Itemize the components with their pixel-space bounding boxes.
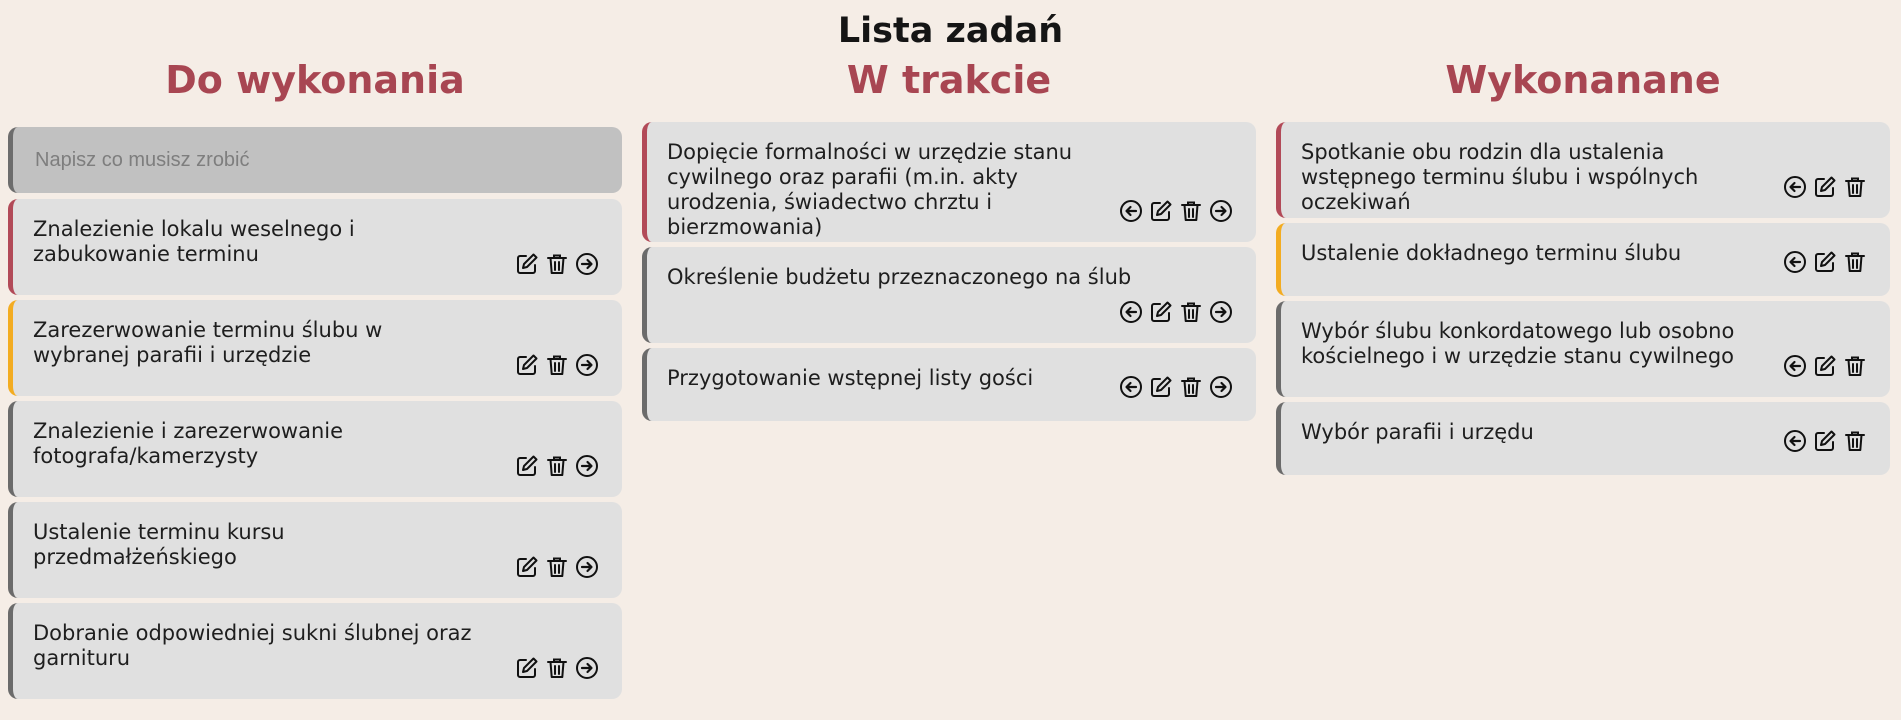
arrow-right-circle-icon[interactable] — [574, 251, 600, 277]
task-card: Dopięcie formalności w urzędzie stanu cy… — [642, 122, 1256, 242]
task-card: Ustalenie dokładnego terminu ślubu — [1276, 223, 1890, 296]
task-card: Ustalenie terminu kursu przedmałżeńskieg… — [8, 502, 622, 598]
task-text: Dopięcie formalności w urzędzie stanu cy… — [667, 140, 1073, 239]
edit-icon[interactable] — [514, 251, 540, 277]
task-actions — [514, 251, 600, 277]
arrow-left-circle-icon[interactable] — [1118, 374, 1144, 400]
column-title-todo: Do wykonania — [165, 58, 465, 102]
edit-icon[interactable] — [514, 554, 540, 580]
trash-icon[interactable] — [544, 554, 570, 580]
page-title: Lista zadań — [837, 11, 1064, 51]
arrow-right-circle-icon[interactable] — [574, 352, 600, 378]
task-actions — [1782, 174, 1868, 200]
arrow-left-circle-icon[interactable] — [1118, 299, 1144, 325]
task-card: Wybór parafii i urzędu — [1276, 402, 1890, 475]
arrow-right-circle-icon[interactable] — [574, 453, 600, 479]
trash-icon[interactable] — [544, 251, 570, 277]
edit-icon[interactable] — [1812, 174, 1838, 200]
trash-icon[interactable] — [1842, 428, 1868, 454]
task-actions — [514, 554, 600, 580]
edit-icon[interactable] — [1812, 353, 1838, 379]
trash-icon[interactable] — [1178, 299, 1204, 325]
trash-icon[interactable] — [1178, 198, 1204, 224]
task-actions — [1782, 249, 1868, 275]
arrow-left-circle-icon[interactable] — [1782, 174, 1808, 200]
edit-icon[interactable] — [1812, 428, 1838, 454]
edit-icon[interactable] — [514, 655, 540, 681]
edit-icon[interactable] — [514, 352, 540, 378]
edit-icon[interactable] — [514, 453, 540, 479]
arrow-right-circle-icon[interactable] — [1208, 374, 1234, 400]
edit-icon[interactable] — [1148, 374, 1174, 400]
trash-icon[interactable] — [1842, 249, 1868, 275]
column-title-in-progress: W trakcie — [846, 58, 1052, 102]
task-actions — [1118, 299, 1234, 325]
arrow-right-circle-icon[interactable] — [1208, 198, 1234, 224]
arrow-right-circle-icon[interactable] — [574, 554, 600, 580]
trash-icon[interactable] — [544, 655, 570, 681]
trash-icon[interactable] — [1842, 353, 1868, 379]
task-actions — [514, 352, 600, 378]
task-card: Znalezienie lokalu weselnego i zabukowan… — [8, 199, 622, 295]
task-actions — [1782, 353, 1868, 379]
edit-icon[interactable] — [1148, 198, 1174, 224]
task-card: Spotkanie obu rodzin dla ustalenia wstęp… — [1276, 122, 1890, 218]
task-card: Zarezerwowanie terminu ślubu w wybranej … — [8, 300, 622, 396]
task-actions — [1118, 374, 1234, 400]
task-actions — [1782, 428, 1868, 454]
trash-icon[interactable] — [544, 453, 570, 479]
column-title-done: Wykonanane — [1445, 58, 1721, 102]
column-todo: Do wykonania Znalezienie lokalu weselneg… — [8, 56, 622, 704]
task-card: Znalezienie i zarezerwowanie fotografa/k… — [8, 401, 622, 497]
edit-icon[interactable] — [1812, 249, 1838, 275]
trash-icon[interactable] — [1178, 374, 1204, 400]
task-card: Wybór ślubu konkordatowego lub osobno ko… — [1276, 301, 1890, 397]
task-card: Dobranie odpowiedniej sukni ślubnej oraz… — [8, 603, 622, 699]
arrow-right-circle-icon[interactable] — [574, 655, 600, 681]
task-text: Określenie budżetu przeznaczonego na ślu… — [667, 265, 1132, 289]
task-actions — [514, 655, 600, 681]
task-actions — [1118, 198, 1234, 224]
arrow-left-circle-icon[interactable] — [1782, 428, 1808, 454]
task-actions — [514, 453, 600, 479]
arrow-left-circle-icon[interactable] — [1782, 353, 1808, 379]
trash-icon[interactable] — [1842, 174, 1868, 200]
edit-icon[interactable] — [1148, 299, 1174, 325]
arrow-right-circle-icon[interactable] — [1208, 299, 1234, 325]
new-task-field — [8, 127, 622, 193]
arrow-left-circle-icon[interactable] — [1118, 198, 1144, 224]
task-card: Określenie budżetu przeznaczonego na ślu… — [642, 247, 1256, 343]
task-card: Przygotowanie wstępnej listy gości — [642, 348, 1256, 421]
arrow-left-circle-icon[interactable] — [1782, 249, 1808, 275]
column-in-progress: W trakcie Dopięcie formalności w urzędzi… — [642, 56, 1256, 426]
new-task-input[interactable] — [33, 147, 597, 173]
trash-icon[interactable] — [544, 352, 570, 378]
column-done: Wykonanane Spotkanie obu rodzin dla usta… — [1276, 56, 1890, 480]
